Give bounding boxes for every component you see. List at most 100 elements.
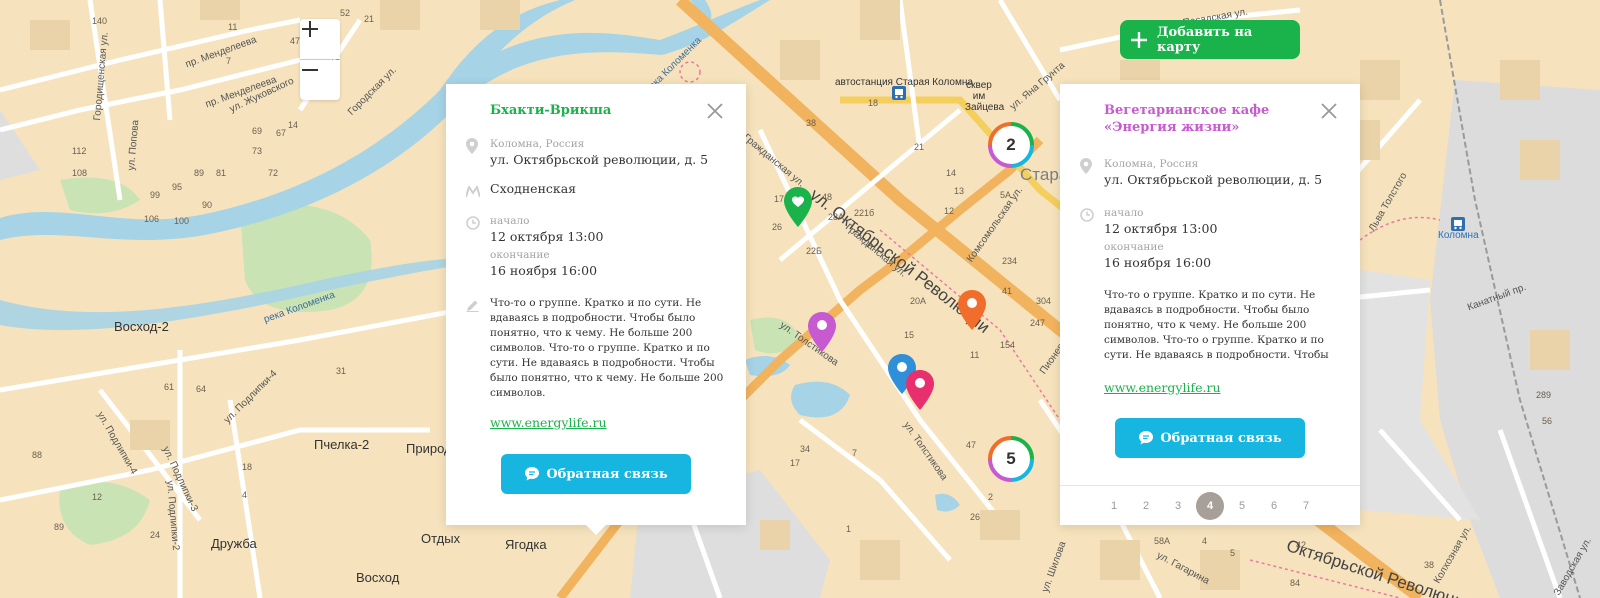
location-pin-icon [1080, 158, 1092, 178]
page-button[interactable]: 6 [1260, 492, 1288, 520]
chat-bubble-icon [525, 467, 540, 481]
metro-station: Сходненская [490, 181, 577, 196]
zoom-out-button[interactable] [300, 60, 340, 100]
house-number: 4 [242, 490, 248, 500]
minus-icon [302, 69, 318, 71]
house-number: 90 [202, 200, 213, 210]
house-number: 22Б [806, 246, 822, 256]
district-label-voskhod2: Восход-2 [114, 319, 169, 334]
page-button[interactable]: 7 [1292, 492, 1320, 520]
house-number: 47 [290, 36, 301, 46]
pagination: 1 2 3 4 5 6 7 [1060, 485, 1360, 525]
house-number: 26 [772, 222, 783, 232]
description-block: Что-то о группе. Кратко и по сути. Не вд… [466, 296, 726, 401]
feedback-label: Обратная связь [1160, 430, 1282, 446]
house-number: 154 [1000, 340, 1016, 350]
house-number: 38 [806, 118, 817, 128]
house-number: 42 [1296, 540, 1307, 550]
card-title: Бхакти-Врикша [490, 103, 612, 118]
house-number: 34 [800, 444, 811, 454]
heart-pin-icon [784, 187, 812, 227]
house-number: 28A [828, 212, 845, 222]
address-block: Коломна, Россия ул. Октябрьской революци… [466, 137, 726, 169]
zoom-in-button[interactable] [300, 19, 340, 59]
address-city: Коломна, Россия [1104, 158, 1199, 170]
house-number: 18 [868, 98, 879, 108]
house-number: 88 [32, 450, 43, 460]
house-number: 24 [150, 530, 161, 540]
house-number: 14 [946, 168, 957, 178]
page-button[interactable]: 5 [1228, 492, 1256, 520]
marker-cluster[interactable]: 5 [988, 436, 1034, 482]
link-block: www.energylife.ru [1104, 377, 1340, 396]
house-number: 11 [228, 22, 238, 32]
house-number: 69 [252, 126, 263, 136]
house-number: 21 [364, 14, 375, 24]
address-street: ул. Октябрьской революции, д. 5 [1104, 172, 1323, 187]
house-number: 20A [910, 296, 927, 306]
address-street: ул. Октябрьской революции, д. 5 [490, 152, 709, 167]
house-number: 15 [904, 330, 915, 340]
clock-icon [466, 215, 480, 234]
house-number: 52 [340, 8, 351, 18]
website-link[interactable]: www.energylife.ru [1104, 380, 1221, 395]
feedback-button[interactable]: Обратная связь [1115, 418, 1305, 458]
house-number: 64 [196, 384, 207, 394]
house-number: 2 [988, 492, 994, 502]
map[interactable]: Восход-2 Пчелка-2 Дружба Отдых Ягодка Во… [0, 0, 1600, 598]
house-number: 17 [774, 194, 785, 204]
house-number: 7 [852, 448, 858, 458]
description-block: Что-то о группе. Кратко и по сути. Не вд… [1104, 288, 1340, 364]
district-label-prirod: Природ [406, 441, 452, 456]
cluster-count: 2 [1006, 135, 1016, 154]
page-button-active[interactable]: 4 [1196, 491, 1224, 520]
pin-icon [958, 290, 986, 330]
card-title: Вегетарианское кафе «Энергия жизни» [1104, 103, 1270, 135]
house-number: 18 [242, 462, 253, 472]
house-number: 11 [970, 350, 980, 360]
address-city: Коломна, Россия [490, 138, 585, 150]
house-number: 21 [914, 142, 925, 152]
pencil-icon [466, 297, 479, 316]
house-number: 31 [336, 366, 347, 376]
house-number: 13 [954, 186, 965, 196]
marker-cluster[interactable]: 2 [988, 122, 1034, 168]
chat-bubble-icon [1139, 431, 1154, 445]
house-number: 89 [54, 522, 65, 532]
house-number: 108 [72, 168, 88, 178]
description-text: Что-то о группе. Кратко и по сути. Не вд… [1104, 289, 1329, 361]
link-block: www.energylife.ru [490, 412, 726, 431]
house-number: 48 [822, 192, 833, 202]
end-time: 16 ноября 16:00 [490, 263, 598, 278]
page-button[interactable]: 2 [1132, 492, 1160, 520]
house-number: 17 [790, 458, 801, 468]
house-number: 38 [1424, 560, 1435, 570]
page-button[interactable]: 3 [1164, 492, 1192, 520]
district-label-druzhba: Дружба [211, 536, 257, 551]
metro-icon [465, 183, 481, 202]
house-number: 14 [288, 120, 299, 130]
add-to-map-button[interactable]: Добавить на карту [1120, 20, 1300, 59]
end-time: 16 ноября 16:00 [1104, 255, 1212, 270]
start-label: начало [490, 215, 530, 227]
house-number: 95 [172, 182, 183, 192]
pin-icon [906, 370, 934, 410]
house-number: 100 [174, 216, 190, 226]
end-label: окончание [1104, 241, 1164, 253]
house-number: 58A [1154, 536, 1171, 546]
website-link[interactable]: www.energylife.ru [490, 415, 607, 430]
feedback-label: Обратная связь [546, 466, 668, 482]
district-label-pchelka2: Пчелка-2 [314, 437, 370, 452]
page-button[interactable]: 1 [1100, 492, 1128, 520]
house-number: 67 [276, 128, 287, 138]
start-time: 12 октября 13:00 [1104, 221, 1218, 236]
square-label: сквер им Зайцева [965, 80, 1005, 113]
house-number: 1 [846, 524, 852, 534]
feedback-button[interactable]: Обратная связь [501, 454, 691, 494]
house-number: 5A [1000, 190, 1012, 200]
house-number: 5 [1230, 548, 1236, 558]
district-label-voskhod: Восход [356, 570, 400, 585]
description-text: Что-то о группе. Кратко и по сути. Не вд… [490, 297, 724, 399]
house-number: 41 [1002, 286, 1013, 296]
house-number: 47 [966, 440, 977, 450]
